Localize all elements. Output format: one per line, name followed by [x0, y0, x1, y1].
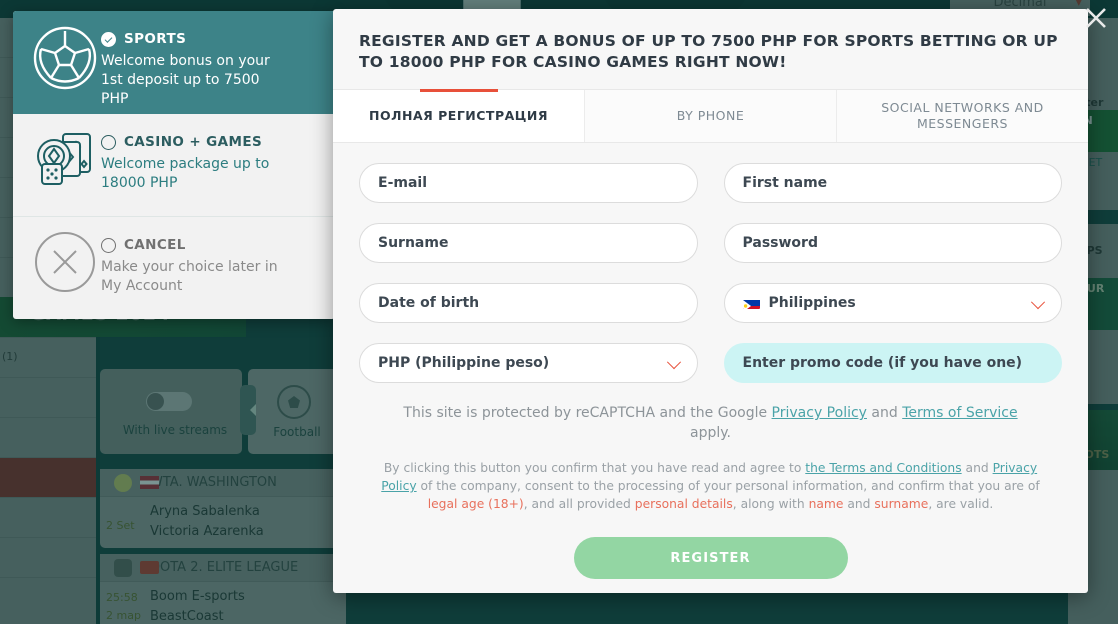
soccer-ball-icon [29, 25, 101, 91]
bonus-option-description: Make your choice later in My Account [101, 259, 278, 294]
legal-text-1: By clicking this button you confirm that… [383, 461, 806, 475]
legal-highlight-name: name [808, 497, 844, 511]
recaptcha-text-2: and [866, 405, 903, 421]
register-button-wrap: REGISTER [359, 537, 1062, 579]
tab-label: BY PHONE [676, 108, 745, 123]
legal-text-7: , are valid. [928, 497, 994, 511]
register-button[interactable]: REGISTER [573, 537, 848, 579]
bonus-option-casino-games[interactable]: CASINO + GAMES Welcome package up to 180… [13, 114, 335, 217]
bonus-option-label: CANCEL [124, 237, 186, 253]
currency-value: PHP (Philippine peso) [378, 355, 550, 371]
password-placeholder: Password [742, 235, 818, 251]
tab-label: SOCIAL NETWORKS AND MESSENGERS [881, 100, 1044, 131]
registration-modal: REGISTER AND GET A BONUS OF UP TO 7500 P… [333, 9, 1088, 593]
legal-text-3: of the company, consent to the processin… [416, 479, 1040, 493]
form-row: Date of birth Philippines [359, 283, 1062, 323]
radio-checked-icon[interactable] [101, 31, 116, 47]
registration-tabs: ПОЛНАЯ РЕГИСТРАЦИЯ BY PHONE SOCIAL NETWO… [333, 89, 1088, 143]
tab-label: ПОЛНАЯ РЕГИСТРАЦИЯ [369, 108, 548, 123]
date-of-birth-field[interactable]: Date of birth [359, 283, 698, 323]
form-row: PHP (Philippine peso) Enter promo code (… [359, 343, 1062, 383]
bonus-option-description: Welcome bonus on your 1st deposit up to … [101, 53, 270, 107]
country-select[interactable]: Philippines [723, 283, 1062, 323]
email-field[interactable]: E-mail [359, 163, 698, 203]
legal-highlight-legal-age: legal age (18+) [427, 497, 524, 511]
casino-chips-cards-icon [29, 128, 101, 190]
terms-and-conditions-link[interactable]: the Terms and Conditions [805, 461, 961, 475]
bonus-option-cancel[interactable]: CANCEL Make your choice later in My Acco… [13, 217, 335, 319]
modal-title: REGISTER AND GET A BONUS OF UP TO 7500 P… [359, 32, 1058, 71]
bonus-option-description: Welcome package up to 18000 PHP [101, 156, 270, 191]
legal-highlight-personal-details: personal details [634, 497, 733, 511]
radio-unchecked-icon[interactable] [101, 237, 116, 253]
modal-header: REGISTER AND GET A BONUS OF UP TO 7500 P… [333, 9, 1088, 89]
surname-placeholder: Surname [378, 235, 449, 251]
promo-code-field[interactable]: Enter promo code (if you have one) [723, 343, 1062, 383]
form-row: Surname Password [359, 223, 1062, 263]
currency-select[interactable]: PHP (Philippine peso) [359, 343, 698, 383]
legal-text-2: and [961, 461, 993, 475]
chevron-down-icon [1030, 295, 1046, 310]
first-name-placeholder: First name [742, 175, 828, 191]
legal-highlight-surname: surname [874, 497, 929, 511]
bonus-option-title-row: SPORTS [101, 31, 281, 47]
bonus-option-label: SPORTS [124, 31, 187, 47]
bonus-option-sports[interactable]: SPORTS Welcome bonus on your 1st deposit… [13, 11, 335, 114]
google-terms-of-service-link[interactable]: Terms of Service [902, 405, 1017, 421]
country-value: Philippines [768, 295, 856, 311]
google-privacy-policy-link[interactable]: Privacy Policy [772, 405, 867, 421]
registration-form: E-mail First name Surname Password Date … [333, 143, 1088, 579]
surname-field[interactable]: Surname [359, 223, 698, 263]
bonus-option-title-row: CASINO + GAMES [101, 134, 281, 150]
philippines-flag-icon [742, 297, 760, 309]
bonus-option-title-row: CANCEL [101, 237, 281, 253]
recaptcha-text-1: This site is protected by reCAPTCHA and … [403, 405, 772, 421]
first-name-field[interactable]: First name [723, 163, 1062, 203]
chevron-down-icon [666, 355, 681, 370]
email-placeholder: E-mail [378, 175, 428, 191]
date-of-birth-placeholder: Date of birth [378, 295, 480, 311]
tab-by-phone[interactable]: BY PHONE [585, 90, 837, 142]
promo-code-placeholder: Enter promo code (if you have one) [742, 355, 1023, 371]
legal-text-6: and [843, 497, 875, 511]
bonus-option-label: CASINO + GAMES [124, 134, 263, 150]
password-field[interactable]: Password [723, 223, 1062, 263]
recaptcha-text-3: apply. [690, 425, 731, 441]
legal-text-5: , along with [732, 497, 809, 511]
legal-consent-text: By clicking this button you confirm that… [373, 459, 1048, 513]
tab-social-networks[interactable]: SOCIAL NETWORKS AND MESSENGERS [837, 90, 1088, 142]
circle-x-icon [29, 231, 101, 293]
close-icon[interactable] [1080, 2, 1112, 34]
tab-full-registration[interactable]: ПОЛНАЯ РЕГИСТРАЦИЯ [333, 90, 585, 142]
bonus-selection-panel: SPORTS Welcome bonus on your 1st deposit… [13, 11, 335, 319]
recaptcha-notice: This site is protected by reCAPTCHA and … [399, 403, 1022, 443]
form-row: E-mail First name [359, 163, 1062, 203]
radio-unchecked-icon[interactable] [101, 134, 116, 150]
legal-text-4: , and all provided [523, 497, 635, 511]
